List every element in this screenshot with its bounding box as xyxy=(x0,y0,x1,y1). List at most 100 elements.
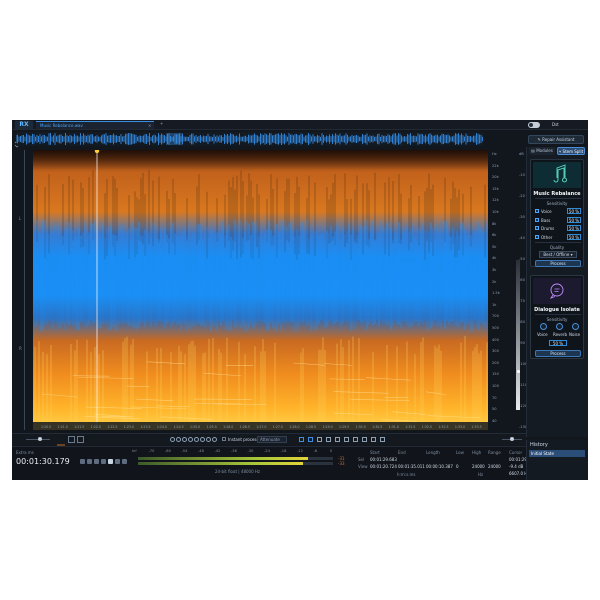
zoom-out-icon[interactable] xyxy=(176,437,181,442)
stem-sensitivity-value[interactable]: 50 % xyxy=(567,225,581,231)
skip-back-icon[interactable] xyxy=(94,459,99,464)
freq-tick-label: 20k xyxy=(492,175,499,180)
music-note-icon xyxy=(553,164,567,183)
view-value[interactable]: 00:01:20.724 xyxy=(370,464,397,469)
freq-tick-label: 15k xyxy=(492,186,499,191)
time-tick-label: 1:29.5 xyxy=(339,425,349,429)
waveform-mode-icon[interactable] xyxy=(68,436,75,443)
zoom-time-icon[interactable] xyxy=(194,437,199,442)
left-ruler[interactable]: L R xyxy=(16,150,31,430)
overview-waveform[interactable] xyxy=(16,132,484,146)
volume-thumb[interactable] xyxy=(38,437,42,441)
wand-select-icon[interactable] xyxy=(335,437,340,442)
check-icon[interactable] xyxy=(380,437,385,442)
time-tick-label: 1:26.0 xyxy=(223,425,233,429)
meter-scale-label: 0 xyxy=(330,449,333,453)
tab-close-icon[interactable]: × xyxy=(148,123,151,128)
knob[interactable] xyxy=(540,323,547,330)
sel-value[interactable]: 00:01:29.683 xyxy=(370,457,397,462)
rx-logo: RX xyxy=(15,121,33,129)
tab-modules[interactable]: ▤ Modules xyxy=(529,147,555,155)
music-rebalance-card: Music Rebalance Sensitivity Quality Best… xyxy=(530,159,584,267)
repair-assistant-button[interactable]: ✎ Repair Assistant xyxy=(528,135,584,144)
range-value[interactable]: 0 xyxy=(456,464,459,469)
file-tab[interactable]: Music Rebalance.wav × xyxy=(36,121,154,129)
stem-checkbox[interactable] xyxy=(535,209,539,213)
knob-label: Noise xyxy=(569,332,581,337)
add-tab-icon[interactable]: + xyxy=(160,121,163,126)
loop-icon[interactable] xyxy=(80,459,85,464)
spectrogram-view[interactable]: 1:20.5 1:21.0 1:21.5 1:22.0 1:22.5 1:23.0 1:23… xyxy=(33,150,488,430)
time-tick-label: 1:25.5 xyxy=(207,425,217,429)
range-value[interactable]: 24000 xyxy=(472,464,485,469)
meter-scale-label: -48 xyxy=(198,449,204,453)
range-value[interactable]: 24000 xyxy=(488,464,501,469)
rect-select-icon[interactable] xyxy=(317,437,322,442)
zoom-in-icon[interactable] xyxy=(170,437,175,442)
hand-icon[interactable] xyxy=(212,437,217,442)
stem-checkbox[interactable] xyxy=(535,234,539,239)
view-toggle[interactable] xyxy=(528,122,540,128)
spectrogram-mode-icon[interactable] xyxy=(57,436,65,451)
music-rebalance-title: Music Rebalance xyxy=(533,191,581,197)
dialogue-isolate-process-button[interactable]: Process xyxy=(535,350,581,357)
time-select-icon[interactable] xyxy=(299,437,304,442)
instant-process-checkbox[interactable] xyxy=(222,437,226,441)
frequency-scale[interactable]: Hz 22k 20k 15k 12k 10k 8k 6k 5k 4k 3k 2k 1.5k 1k 700 50… xyxy=(490,150,518,430)
db-tick-label: dB xyxy=(519,152,524,156)
horizontal-zoom-thumb[interactable] xyxy=(510,437,514,441)
meter-scale-label: -18 xyxy=(280,449,287,453)
pencil-icon[interactable] xyxy=(371,437,376,442)
di-sensitivity-label: Sensitivity xyxy=(546,317,568,322)
headphones-icon[interactable] xyxy=(87,459,92,464)
instant-process-mode-dropdown[interactable]: Attenuate xyxy=(257,436,287,443)
record-icon[interactable] xyxy=(115,459,120,464)
meter-scale-label: -60 xyxy=(165,449,171,453)
range-header: Low xyxy=(456,450,464,455)
view-value[interactable]: 00:00:10.387 xyxy=(426,464,453,469)
meter-scale-label: -36 xyxy=(231,449,237,453)
zoom-freq-icon[interactable] xyxy=(200,437,205,442)
music-rebalance-process-button[interactable]: Process xyxy=(535,260,581,267)
db-tick-label: -10 xyxy=(519,173,525,177)
skip-forward-icon[interactable] xyxy=(122,459,127,464)
stem-label: Other xyxy=(541,234,553,240)
search-icon[interactable] xyxy=(206,437,211,442)
time-display[interactable]: 00:01:30.179 xyxy=(16,457,70,467)
freq-select-icon[interactable] xyxy=(308,437,313,442)
history-title: History xyxy=(530,442,548,448)
history-item[interactable]: Initial State xyxy=(529,450,585,457)
dialogue-isolate-hero xyxy=(533,278,581,304)
svg-text:L: L xyxy=(19,216,22,221)
knob[interactable] xyxy=(572,323,579,330)
stem-sensitivity-value[interactable]: 50 % xyxy=(567,233,581,240)
brush-icon[interactable] xyxy=(344,437,349,442)
harmonic-icon[interactable] xyxy=(353,437,358,442)
quality-dropdown[interactable]: Best / Offline ▾ xyxy=(539,251,577,258)
stem-sensitivity-value[interactable]: 50 % xyxy=(567,216,581,223)
vertical-zoom-icon[interactable] xyxy=(517,370,520,373)
play-icon[interactable] xyxy=(108,459,113,464)
di-sensitivity-value[interactable]: 50 % xyxy=(549,340,567,346)
stem-checkbox[interactable] xyxy=(535,217,539,222)
time-tick-label: 1:30.0 xyxy=(356,425,366,429)
stem-checkbox[interactable] xyxy=(535,226,539,230)
knob[interactable] xyxy=(556,323,563,330)
zoom-selection-icon[interactable] xyxy=(188,437,193,442)
tab-stem-split[interactable]: ⑂ Stem Split xyxy=(557,147,585,155)
meter-scale: Inf -70 -60 -54 -48 -42 -36 -30 -24 -18 -12 -6 0 xyxy=(132,449,352,455)
zoom-fit-icon[interactable] xyxy=(182,437,187,442)
freq-tick-label: 10k xyxy=(492,210,499,214)
top-right-label: Dst xyxy=(552,122,559,127)
time-tick-label: 1:21.5 xyxy=(74,425,84,429)
time-tick-label: 1:24.0 xyxy=(157,425,167,429)
lasso-icon[interactable] xyxy=(326,437,331,442)
stem-sensitivity-value[interactable]: 50 % xyxy=(567,208,581,214)
bottom-toolbar: Instant process Attenuate xyxy=(12,433,526,453)
time-format-label[interactable]: Extra ms xyxy=(16,450,34,455)
db-tick-label: -20 xyxy=(519,194,525,198)
layout-icon[interactable] xyxy=(77,436,84,443)
fade-icon[interactable] xyxy=(362,437,367,442)
view-value[interactable]: 00:01:35.011 xyxy=(398,464,425,469)
stop-icon[interactable] xyxy=(101,459,106,464)
